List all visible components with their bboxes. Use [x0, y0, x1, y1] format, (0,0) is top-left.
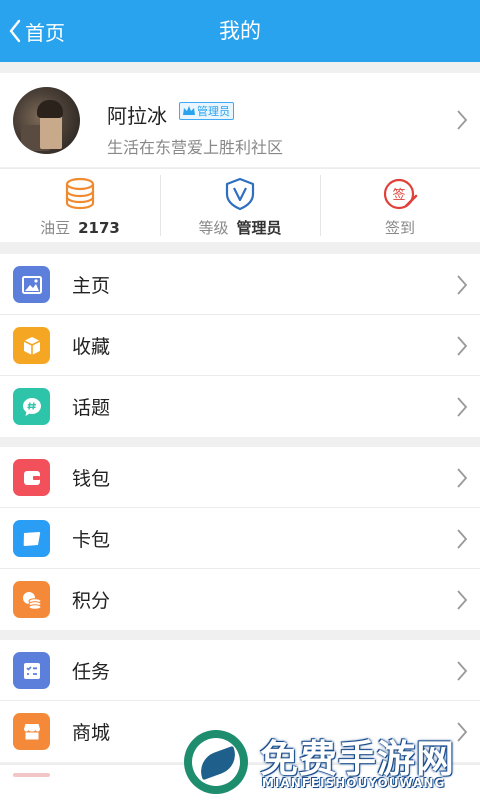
- shop-icon: [13, 713, 50, 750]
- chevron-right-icon: [457, 529, 468, 549]
- svg-text:签: 签: [392, 187, 405, 203]
- chevron-right-icon: [457, 590, 468, 610]
- menu-item-label: 商城: [72, 722, 111, 744]
- menu-item-home[interactable]: 主页: [0, 254, 480, 315]
- menu-item-label: 卡包: [72, 529, 111, 551]
- back-button[interactable]: 首页: [8, 13, 65, 49]
- watermark-subtitle: MIANFEISHOUYOUWANG: [262, 776, 446, 790]
- menu-group-1: 主页 收藏 话题: [0, 254, 480, 437]
- menu-item-points[interactable]: 积分: [0, 569, 480, 630]
- back-label: 首页: [25, 20, 65, 45]
- menu-group-2: 钱包 卡包 积分: [0, 447, 480, 630]
- chevron-right-icon: [457, 397, 468, 417]
- menu-item-label: 任务: [72, 661, 111, 683]
- top-bar: 首页 我的: [0, 0, 480, 62]
- menu-item-tasks[interactable]: 任务: [0, 640, 480, 701]
- stat-level-value: 管理员: [236, 219, 282, 237]
- menu-item-label: 积分: [72, 590, 111, 612]
- chevron-right-icon: [457, 661, 468, 681]
- stat-sign-in-label: 签到: [384, 219, 415, 237]
- profile-card[interactable]: 阿拉冰 管理员 生活在东营爱上胜利社区: [0, 73, 480, 167]
- menu-item-label: 主页: [72, 275, 111, 297]
- task-list-icon: [13, 652, 50, 689]
- chevron-right-icon: [457, 110, 468, 130]
- card-icon: [13, 520, 50, 557]
- crown-icon: [183, 106, 195, 115]
- page-title: 我的: [219, 19, 261, 43]
- chevron-right-icon: [457, 468, 468, 488]
- watermark-logo-icon: [184, 730, 248, 794]
- menu-item-favorites[interactable]: 收藏: [0, 315, 480, 376]
- coins-icon: [13, 581, 50, 618]
- avatar[interactable]: [13, 87, 80, 154]
- coins-stack-icon: [65, 177, 95, 210]
- stat-level[interactable]: 等级 管理员: [160, 169, 320, 242]
- watermark: 免费手游网 MIANFEISHOUYOUWANG: [180, 726, 480, 798]
- menu-item-wallet[interactable]: 钱包: [0, 447, 480, 508]
- v-shield-icon: [225, 177, 255, 211]
- user-name: 阿拉冰: [107, 104, 167, 128]
- sign-in-icon: 签: [383, 178, 418, 210]
- user-subtitle: 生活在东营爱上胜利社区: [107, 138, 284, 157]
- partial-icon: [13, 773, 50, 777]
- role-badge: 管理员: [179, 102, 234, 120]
- picture-icon: [13, 266, 50, 303]
- hashtag-chat-icon: [13, 388, 50, 425]
- stat-oil-beans[interactable]: 油豆 2173: [0, 169, 160, 242]
- chevron-right-icon: [457, 336, 468, 356]
- chevron-left-icon: [9, 19, 21, 43]
- box-icon: [13, 327, 50, 364]
- stat-sign-in[interactable]: 签 签到: [320, 169, 480, 242]
- menu-item-label: 话题: [72, 397, 111, 419]
- menu-item-card-wallet[interactable]: 卡包: [0, 508, 480, 569]
- stat-oil-beans-value: 2173: [78, 219, 120, 237]
- role-badge-label: 管理员: [197, 105, 230, 118]
- stat-level-label: 等级: [198, 219, 229, 237]
- wallet-icon: [13, 459, 50, 496]
- stat-oil-beans-label: 油豆: [40, 219, 71, 237]
- stats-row: 油豆 2173 等级 管理员 签 签到: [0, 168, 480, 242]
- chevron-right-icon: [457, 275, 468, 295]
- watermark-title: 免费手游网: [260, 737, 456, 781]
- menu-item-label: 钱包: [72, 468, 111, 490]
- menu-item-label: 收藏: [72, 336, 111, 358]
- menu-item-topics[interactable]: 话题: [0, 376, 480, 437]
